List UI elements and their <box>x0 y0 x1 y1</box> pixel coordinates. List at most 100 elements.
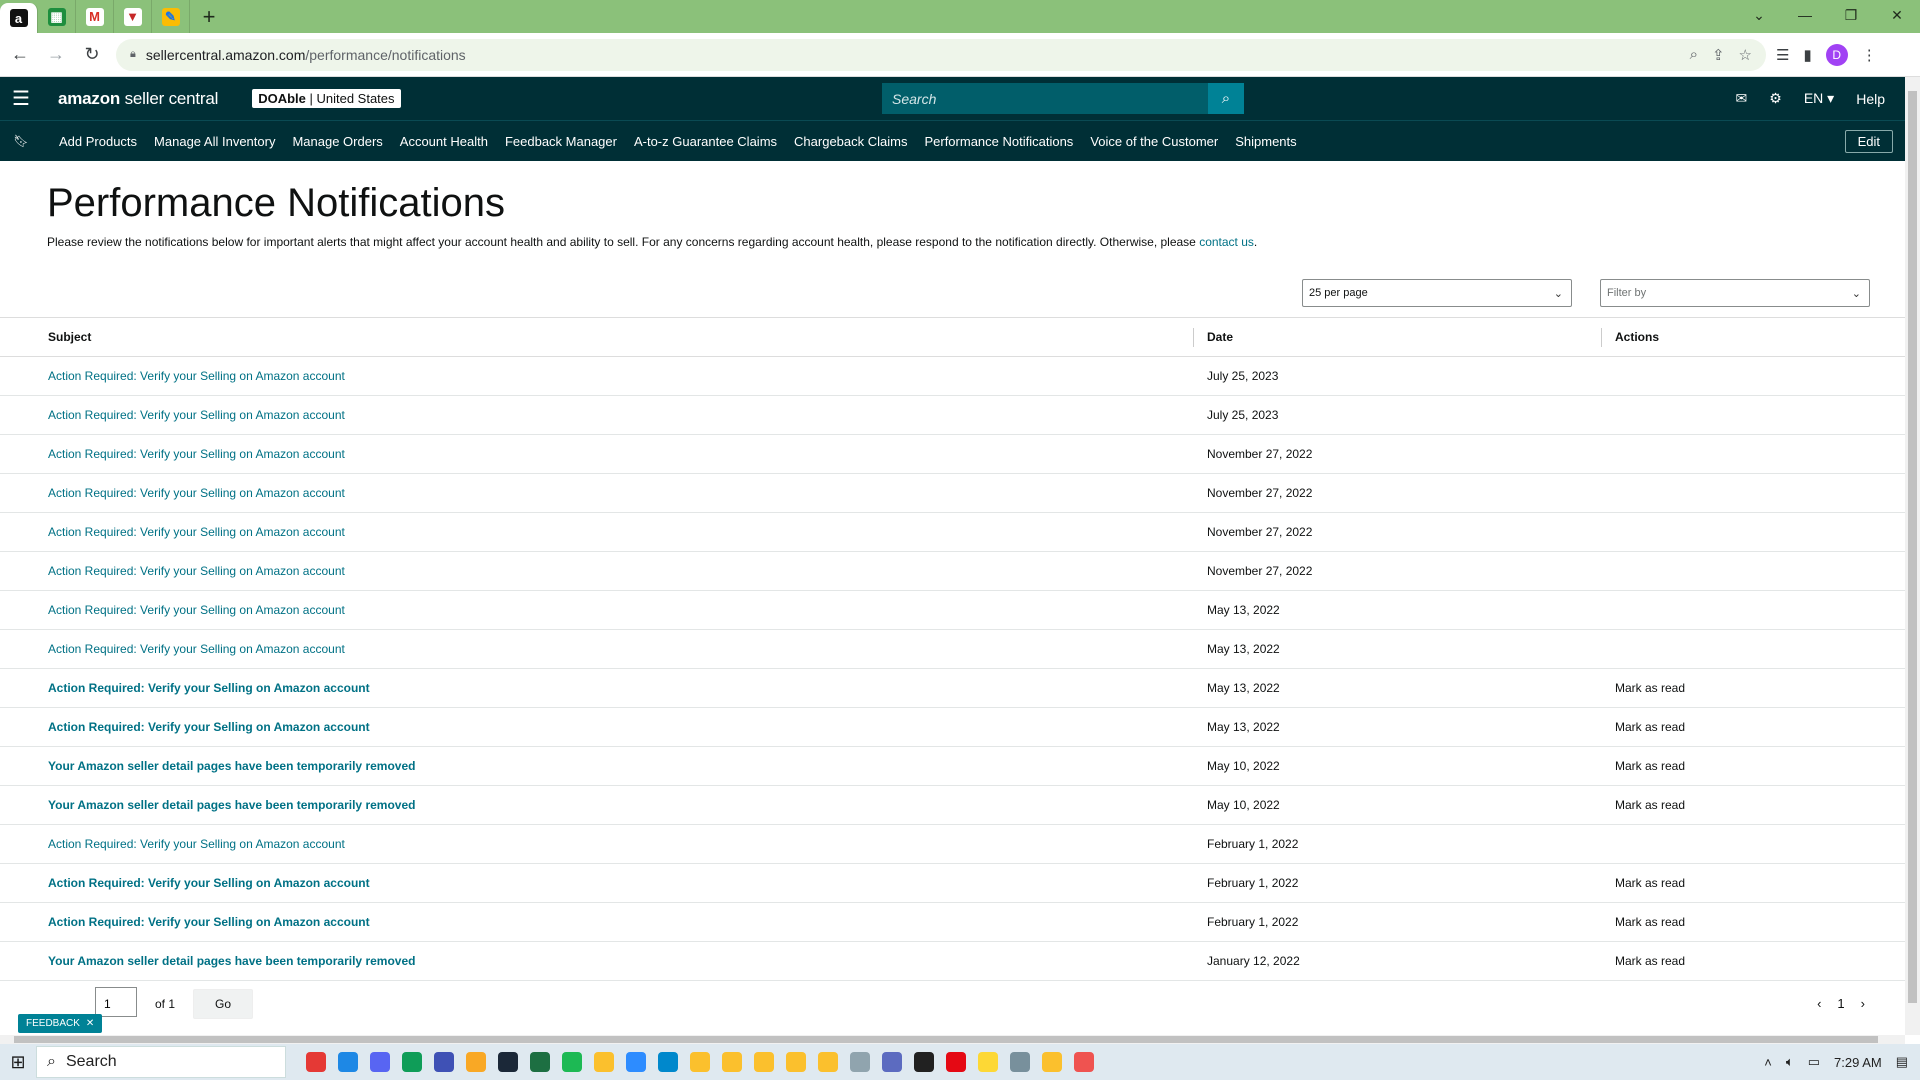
file-explorer-icon[interactable] <box>466 1052 486 1072</box>
notification-subject-link[interactable]: Action Required: Verify your Selling on … <box>48 915 370 929</box>
nav-voice-of-customer[interactable]: Voice of the Customer <box>1090 134 1218 149</box>
reload-icon[interactable]: ↻ <box>76 39 108 71</box>
language-selector[interactable]: EN ▾ <box>1804 90 1834 107</box>
nav-manage-all-inventory[interactable]: Manage All Inventory <box>154 134 275 149</box>
nav-manage-orders[interactable]: Manage Orders <box>292 134 382 149</box>
notification-subject-link[interactable]: Your Amazon seller detail pages have bee… <box>48 798 415 812</box>
account-switcher[interactable]: DOAble | United States <box>252 89 401 108</box>
mail-app-icon[interactable] <box>338 1052 358 1072</box>
mark-as-read-link[interactable]: Mark as read <box>1615 876 1685 890</box>
horizontal-scroll-thumb[interactable] <box>14 1036 1878 1043</box>
chrome-icon[interactable] <box>754 1052 774 1072</box>
chrome-icon[interactable] <box>690 1052 710 1072</box>
nav-shipments[interactable]: Shipments <box>1235 134 1296 149</box>
notification-subject-link[interactable]: Your Amazon seller detail pages have bee… <box>48 759 415 773</box>
tab-search-icon[interactable]: ⌄ <box>1736 0 1782 30</box>
new-tab-icon[interactable]: + <box>190 0 228 33</box>
per-page-select[interactable]: 25 per page ⌄ <box>1302 279 1572 307</box>
restore-icon[interactable]: ❐ <box>1828 0 1874 30</box>
notification-subject-link[interactable]: Action Required: Verify your Selling on … <box>48 681 370 695</box>
notification-subject-link[interactable]: Action Required: Verify your Selling on … <box>48 837 345 851</box>
close-window-icon[interactable]: ✕ <box>1874 0 1920 30</box>
prev-page-icon[interactable]: ‹ <box>1817 996 1821 1011</box>
chrome-icon[interactable] <box>818 1052 838 1072</box>
browser-tab-pencil[interactable]: ✎ <box>152 0 190 33</box>
netflix-icon[interactable] <box>946 1052 966 1072</box>
notification-subject-link[interactable]: Action Required: Verify your Selling on … <box>48 603 345 617</box>
volume-icon[interactable]: 🔈︎ <box>1786 1054 1794 1070</box>
mark-as-read-link[interactable]: Mark as read <box>1615 759 1685 773</box>
steam-icon[interactable] <box>498 1052 518 1072</box>
edit-nav-button[interactable]: Edit <box>1844 130 1893 153</box>
browser-tab-amazon[interactable]: a <box>0 3 38 33</box>
excel-icon[interactable] <box>530 1052 550 1072</box>
chevron-up-icon[interactable]: ˄ <box>1764 1055 1772 1070</box>
notification-subject-link[interactable]: Action Required: Verify your Selling on … <box>48 564 345 578</box>
mark-as-read-link[interactable]: Mark as read <box>1615 915 1685 929</box>
next-page-icon[interactable]: › <box>1861 996 1865 1011</box>
bookmark-star-icon[interactable]: ☆ <box>1739 46 1752 64</box>
battery-icon[interactable]: ▭ <box>1808 1054 1820 1070</box>
notification-subject-link[interactable]: Action Required: Verify your Selling on … <box>48 369 345 383</box>
vertical-scrollbar[interactable] <box>1905 77 1920 1035</box>
minimize-icon[interactable]: — <box>1782 0 1828 30</box>
contact-us-link[interactable]: contact us <box>1199 235 1254 249</box>
vertical-scroll-thumb[interactable] <box>1908 91 1917 1003</box>
store-icon[interactable] <box>434 1052 454 1072</box>
edge-icon[interactable] <box>402 1052 422 1072</box>
chrome-icon[interactable] <box>722 1052 742 1072</box>
notification-subject-link[interactable]: Action Required: Verify your Selling on … <box>48 525 345 539</box>
notification-subject-link[interactable]: Action Required: Verify your Selling on … <box>48 642 345 656</box>
feedback-button[interactable]: FEEDBACK ✕ <box>18 1014 103 1033</box>
discord-icon[interactable] <box>370 1052 390 1072</box>
hamburger-menu-icon[interactable]: ☰ <box>0 77 42 120</box>
mark-as-read-link[interactable]: Mark as read <box>1615 798 1685 812</box>
notification-subject-link[interactable]: Action Required: Verify your Selling on … <box>48 447 345 461</box>
reading-list-icon[interactable]: ☰ <box>1776 46 1789 64</box>
side-panel-icon[interactable]: ▮ <box>1803 46 1811 64</box>
notification-subject-link[interactable]: Your Amazon seller detail pages have bee… <box>48 954 415 968</box>
nav-feedback-manager[interactable]: Feedback Manager <box>505 134 617 149</box>
notification-subject-link[interactable]: Action Required: Verify your Selling on … <box>48 720 370 734</box>
page-number-input[interactable] <box>95 987 137 1017</box>
app-icon[interactable] <box>306 1052 326 1072</box>
browser-menu-icon[interactable]: ⋮ <box>1862 46 1877 64</box>
notification-subject-link[interactable]: Action Required: Verify your Selling on … <box>48 408 345 422</box>
chrome-icon[interactable] <box>1042 1052 1062 1072</box>
current-page[interactable]: 1 <box>1837 996 1844 1011</box>
telegram-icon[interactable] <box>658 1052 678 1072</box>
header-date[interactable]: Date <box>1193 317 1601 357</box>
browser-tab-sheets[interactable]: ▦ <box>38 0 76 33</box>
zoom-icon[interactable]: ⌕ <box>1690 46 1698 63</box>
taskbar-search[interactable]: ⌕ Search <box>36 1046 286 1078</box>
seller-central-logo[interactable]: amazon seller central <box>58 89 218 109</box>
gear-icon[interactable]: ⚙ <box>1769 90 1782 107</box>
horizontal-scrollbar[interactable] <box>0 1035 1905 1044</box>
app-icon[interactable] <box>978 1052 998 1072</box>
clock[interactable]: 7:29 AM <box>1834 1055 1882 1070</box>
back-arrow-icon[interactable]: ← <box>4 39 36 71</box>
share-icon[interactable]: ⇪ <box>1712 46 1725 64</box>
nav-account-health[interactable]: Account Health <box>400 134 488 149</box>
mark-as-read-link[interactable]: Mark as read <box>1615 681 1685 695</box>
app-icon[interactable] <box>850 1052 870 1072</box>
calculator-icon[interactable] <box>882 1052 902 1072</box>
search-input[interactable] <box>882 83 1208 114</box>
zoom-app-icon[interactable] <box>626 1052 646 1072</box>
nav-a-to-z-claims[interactable]: A-to-z Guarantee Claims <box>634 134 777 149</box>
notification-subject-link[interactable]: Action Required: Verify your Selling on … <box>48 876 370 890</box>
browser-tab-shield[interactable]: ▼ <box>114 0 152 33</box>
close-icon[interactable]: ✕ <box>86 1018 94 1029</box>
nav-add-products[interactable]: Add Products <box>59 134 137 149</box>
mark-as-read-link[interactable]: Mark as read <box>1615 720 1685 734</box>
bookmark-icon[interactable]: 🔖︎ <box>0 134 42 148</box>
windows-start-icon[interactable]: ⊞ <box>0 1052 36 1073</box>
address-bar[interactable]: 🔒︎ sellercentral.amazon.com /performance… <box>116 38 1766 71</box>
nav-performance-notifications[interactable]: Performance Notifications <box>924 134 1073 149</box>
browser-tab-gmail[interactable]: M <box>76 0 114 33</box>
app-icon[interactable] <box>1074 1052 1094 1072</box>
app-icon[interactable] <box>914 1052 934 1072</box>
mail-icon[interactable]: ✉ <box>1736 90 1748 107</box>
notification-subject-link[interactable]: Action Required: Verify your Selling on … <box>48 486 345 500</box>
go-button[interactable]: Go <box>193 989 253 1019</box>
